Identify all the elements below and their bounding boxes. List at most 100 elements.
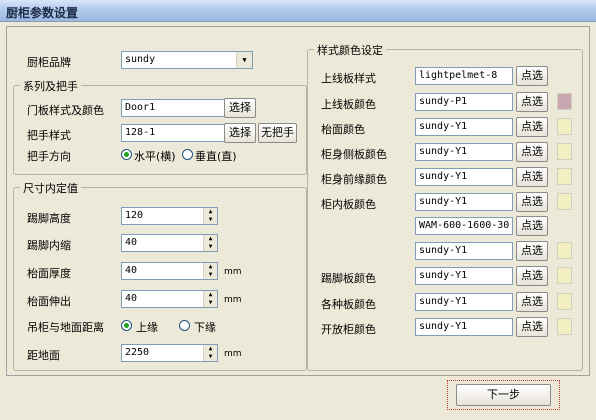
kick-inset-value: 40 [125, 237, 138, 248]
color-pick-button[interactable]: 点选 [516, 266, 548, 286]
spin-down-icon[interactable]: ▼ [204, 271, 217, 279]
radio-horizontal[interactable] [121, 149, 132, 160]
top-overhang-spinner[interactable]: 40 ▲ ▼ [121, 290, 218, 308]
color-row-field[interactable]: WAM-600-1600-30 [415, 217, 513, 235]
color-row-label: 各种板颜色 [321, 298, 376, 311]
color-row-field[interactable]: sundy-Y1 [415, 168, 513, 186]
color-row-field[interactable]: sundy-P1 [415, 93, 513, 111]
color-row-field[interactable]: sundy-Y1 [415, 318, 513, 336]
bottom-edge-label: 下缘 [194, 321, 216, 334]
spinner-buttons[interactable]: ▲ ▼ [203, 291, 217, 307]
brand-label: 厨柜品牌 [27, 56, 71, 69]
top-thickness-spinner[interactable]: 40 ▲ ▼ [121, 262, 218, 280]
floor-distance-unit: mm [224, 349, 242, 359]
door-select-button[interactable]: 选择 [224, 98, 256, 118]
spin-up-icon[interactable]: ▲ [204, 345, 217, 353]
no-handle-button[interactable]: 无把手 [258, 123, 297, 143]
floor-distance-spinner[interactable]: 2250 ▲ ▼ [121, 344, 218, 362]
door-field[interactable]: Door1 [121, 99, 225, 117]
vertical-label: 垂直(直) [195, 150, 237, 163]
top-overhang-value: 40 [125, 293, 138, 304]
top-overhang-unit: mm [224, 295, 242, 305]
spin-up-icon[interactable]: ▲ [204, 263, 217, 271]
dialog-body: 厨柜品牌 sundy ▼ 系列及把手 门板样式及颜色 Door1 选择 把手样式… [6, 26, 590, 376]
color-pick-button[interactable]: 点选 [516, 192, 548, 212]
spin-down-icon[interactable]: ▼ [204, 216, 217, 224]
top-overhang-label: 枱面伸出 [27, 295, 71, 308]
color-row-field[interactable]: sundy-Y1 [415, 118, 513, 136]
color-row-label: 柜身侧板颜色 [321, 148, 387, 161]
color-row-field[interactable]: sundy-Y1 [415, 193, 513, 211]
spinner-buttons[interactable]: ▲ ▼ [203, 263, 217, 279]
color-row-label: 开放柜颜色 [321, 323, 376, 336]
color-pick-button[interactable]: 点选 [516, 292, 548, 312]
brand-value: sundy [125, 54, 156, 65]
title-bar: 厨柜参数设置 [0, 0, 596, 22]
handle-select-button[interactable]: 选择 [224, 123, 256, 143]
color-pick-button[interactable]: 点选 [516, 66, 548, 86]
kick-height-value: 120 [125, 210, 144, 221]
color-pick-button[interactable]: 点选 [516, 317, 548, 337]
color-settings-legend: 样式颜色设定 [314, 42, 386, 58]
next-focus-outline: 下一步 [447, 380, 560, 410]
color-row-label: 上线板颜色 [321, 98, 376, 111]
spin-down-icon[interactable]: ▼ [204, 243, 217, 251]
color-row-field[interactable]: sundy-Y1 [415, 143, 513, 161]
color-row-label: 柜内板颜色 [321, 198, 376, 211]
top-thickness-label: 枱面厚度 [27, 267, 71, 280]
color-swatch [557, 242, 572, 259]
color-swatch [557, 118, 572, 135]
color-row-label: 踢脚板颜色 [321, 272, 376, 285]
color-swatch [557, 168, 572, 185]
color-row-label: 上线板样式 [321, 72, 376, 85]
floor-distance-value: 2250 [125, 347, 150, 358]
spin-up-icon[interactable]: ▲ [204, 235, 217, 243]
color-pick-button[interactable]: 点选 [516, 117, 548, 137]
wall-reference-label: 吊柜与地面距离 [27, 321, 104, 334]
color-pick-button[interactable]: 点选 [516, 241, 548, 261]
horizontal-label: 水平(横) [134, 150, 176, 163]
radio-bottom-edge[interactable] [179, 320, 190, 331]
spin-up-icon[interactable]: ▲ [204, 208, 217, 216]
spin-down-icon[interactable]: ▼ [204, 299, 217, 307]
color-row-field[interactable]: sundy-Y1 [415, 267, 513, 285]
radio-top-edge[interactable] [121, 320, 132, 331]
series-legend: 系列及把手 [20, 78, 81, 94]
top-edge-label: 上缘 [136, 321, 158, 334]
top-thickness-unit: mm [224, 267, 242, 277]
door-label: 门板样式及颜色 [27, 104, 104, 117]
handle-direction-label: 把手方向 [27, 150, 71, 163]
handle-field[interactable]: 128-1 [121, 124, 225, 142]
dimensions-legend: 尺寸内定值 [20, 180, 81, 196]
kick-height-label: 踢脚高度 [27, 212, 71, 225]
kick-height-spinner[interactable]: 120 ▲ ▼ [121, 207, 218, 225]
kick-inset-spinner[interactable]: 40 ▲ ▼ [121, 234, 218, 252]
spinner-buttons[interactable]: ▲ ▼ [203, 208, 217, 224]
chevron-down-icon[interactable]: ▼ [236, 52, 252, 68]
color-row-field[interactable]: sundy-Y1 [415, 293, 513, 311]
color-swatch [557, 293, 572, 310]
color-pick-button[interactable]: 点选 [516, 142, 548, 162]
floor-distance-label: 距地面 [27, 349, 60, 362]
brand-select[interactable]: sundy ▼ [121, 51, 253, 69]
color-row-field[interactable]: lightpelmet-8 [415, 67, 513, 85]
spin-down-icon[interactable]: ▼ [204, 353, 217, 361]
spinner-buttons[interactable]: ▲ ▼ [203, 345, 217, 361]
color-pick-button[interactable]: 点选 [516, 167, 548, 187]
color-swatch [557, 143, 572, 160]
color-swatch [557, 193, 572, 210]
top-thickness-value: 40 [125, 265, 138, 276]
spinner-buttons[interactable]: ▲ ▼ [203, 235, 217, 251]
spin-up-icon[interactable]: ▲ [204, 291, 217, 299]
window-title: 厨柜参数设置 [6, 6, 79, 20]
kick-inset-label: 踢脚内缩 [27, 239, 71, 252]
color-pick-button[interactable]: 点选 [516, 92, 548, 112]
color-row-field[interactable]: sundy-Y1 [415, 242, 513, 260]
radio-vertical[interactable] [182, 149, 193, 160]
color-row-label: 枱面颜色 [321, 123, 365, 136]
color-swatch [557, 93, 572, 110]
next-step-button[interactable]: 下一步 [456, 384, 551, 406]
color-row-label: 柜身前缘颜色 [321, 173, 387, 186]
color-pick-button[interactable]: 点选 [516, 216, 548, 236]
handle-label: 把手样式 [27, 129, 71, 142]
